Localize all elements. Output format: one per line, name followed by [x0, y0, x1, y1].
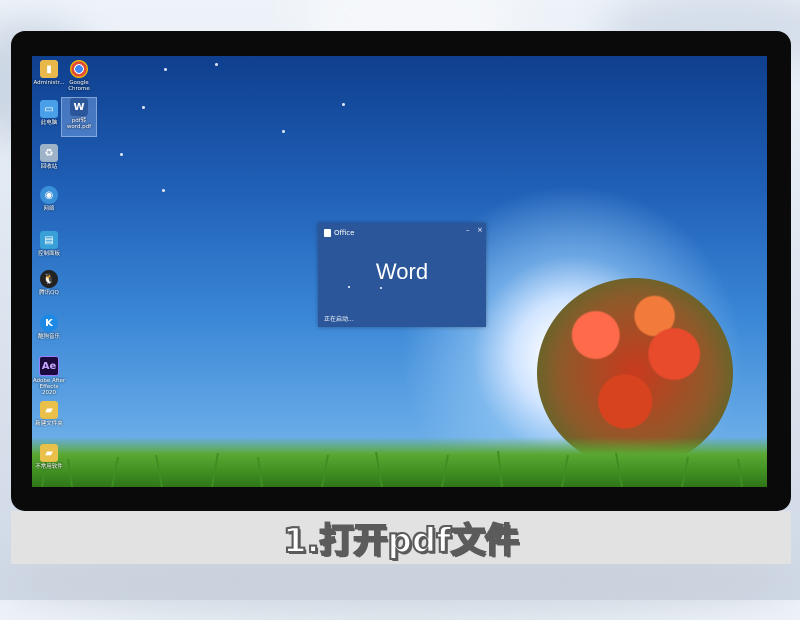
desktop-icon-pdf[interactable]: W pdf转 word.pdf: [61, 97, 97, 137]
desktop-icon-label: Google Chrome: [68, 80, 90, 92]
star-decoration: [164, 68, 167, 71]
loading-dot: [380, 287, 382, 289]
desktop-icon-unused-software[interactable]: ▰ 不常用软件: [32, 444, 66, 470]
caption-bar: 1.打开pdf文件: [11, 511, 791, 564]
desktop-icon-kugou[interactable]: K 酷狗音乐: [32, 314, 66, 340]
grass-blades: [41, 450, 743, 487]
desktop-icon-network[interactable]: ◉ 网络: [32, 186, 66, 212]
desktop-icon-label: Administr...: [33, 80, 65, 86]
close-button[interactable]: ×: [477, 226, 483, 234]
control-panel-icon: ▤: [40, 231, 58, 249]
grass: [32, 437, 767, 487]
desktop-icon-label: 回收站: [40, 164, 58, 170]
desktop-icon-label: 酷狗音乐: [37, 334, 60, 340]
chrome-icon: [70, 60, 88, 78]
desktop-icon-new-folder[interactable]: ▰ 新建文件夹: [32, 401, 66, 427]
desktop-icon-label: 此电脑: [40, 120, 58, 126]
computer-icon: ▭: [40, 100, 58, 118]
desktop-icon-label: 控制面板: [37, 251, 60, 257]
desktop-icon-label: 网络: [43, 206, 55, 212]
desktop-icon-label: 新建文件夹: [35, 421, 63, 427]
word-splash-window: Office – × Word 正在启动...: [318, 223, 486, 327]
network-icon: ◉: [40, 186, 58, 204]
desktop-icon-label: pdf转 word.pdf: [66, 118, 92, 130]
desktop-icon-chrome[interactable]: Google Chrome: [62, 60, 96, 92]
star-decoration: [142, 106, 145, 109]
app-title: Word: [375, 259, 429, 284]
office-brand-label: Office: [334, 229, 355, 237]
after-effects-icon: Ae: [39, 356, 59, 376]
star-decoration: [342, 103, 345, 106]
star-decoration: [215, 63, 218, 66]
minimize-button[interactable]: –: [466, 226, 470, 234]
qq-icon: 🐧: [40, 270, 58, 288]
splash-status: 正在启动...: [324, 316, 354, 323]
user-folder-icon: ▮: [40, 60, 58, 78]
desktop-icon-control-panel[interactable]: ▤ 控制面板: [32, 231, 66, 257]
desktop-icon-qq[interactable]: 🐧 腾讯QQ: [32, 270, 66, 296]
recycle-bin-icon: ♻: [40, 144, 58, 162]
folder-icon: ▰: [40, 444, 58, 462]
star-decoration: [282, 130, 285, 133]
folder-icon: ▰: [40, 401, 58, 419]
word-doc-icon: W: [70, 98, 88, 116]
kugou-icon: K: [40, 314, 58, 332]
desktop-icon-recycle[interactable]: ♻ 回收站: [32, 144, 66, 170]
office-logo-icon: [324, 229, 331, 237]
desktop-screen: ▮ Administr... Google Chrome ▭ 此电脑 W pdf…: [32, 56, 767, 487]
desktop-icon-admin[interactable]: ▮ Administr...: [32, 60, 66, 86]
desktop-icon-label: Adobe After Effects 2020: [32, 378, 66, 396]
caption-text: 1.打开pdf文件: [282, 520, 520, 562]
office-brand: Office: [324, 229, 354, 237]
star-decoration: [120, 153, 123, 156]
loading-dot: [348, 286, 350, 288]
desktop-icon-after-effects[interactable]: Ae Adobe After Effects 2020: [32, 356, 66, 396]
desktop-icon-label: 不常用软件: [35, 464, 63, 470]
desktop-icon-label: 腾讯QQ: [39, 290, 59, 296]
desktop-icon-computer[interactable]: ▭ 此电脑: [32, 100, 66, 126]
star-decoration: [162, 189, 165, 192]
